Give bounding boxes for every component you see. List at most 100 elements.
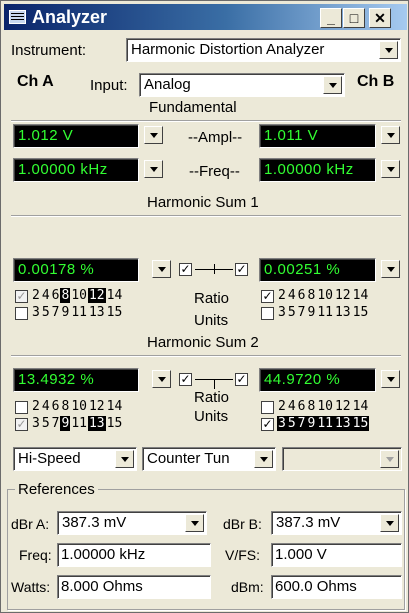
hs1-b-even-checkbox[interactable]: ✓ — [261, 290, 274, 303]
hs1-a-select[interactable]: 0.00178 % — [13, 258, 139, 282]
harmonic-2-toggle[interactable]: 2 — [277, 288, 287, 303]
hs2-b-dropdown[interactable] — [376, 368, 402, 392]
input-select[interactable]: Analog — [139, 73, 345, 97]
hs2-b-even-checkbox[interactable] — [261, 401, 274, 414]
harmonic-11-toggle[interactable]: 11 — [316, 416, 334, 431]
chevron-down-icon[interactable] — [152, 260, 171, 278]
harmonic-8-toggle[interactable]: 8 — [306, 399, 316, 414]
hs2-ratio-checkbox-b[interactable]: ✓ — [235, 373, 248, 386]
freq-b-select[interactable]: 1.00000 kHz — [259, 158, 376, 182]
harmonic-12-toggle[interactable]: 12 — [88, 399, 106, 414]
hs1-ratio-checkbox-a[interactable]: ✓ — [179, 263, 192, 276]
harmonic-3-toggle[interactable]: 3 — [277, 305, 287, 320]
chevron-down-icon[interactable] — [152, 370, 171, 388]
vfs-field[interactable]: 1.000 V — [271, 543, 402, 567]
harmonic-5-toggle[interactable]: 5 — [287, 305, 297, 320]
hs1-a-dropdown[interactable] — [147, 258, 173, 282]
hs2-a-odd-harmonics[interactable]: 3 5 7 9 11 13 15 — [31, 416, 123, 431]
harmonic-9-toggle[interactable]: 9 — [60, 416, 71, 431]
hs1-a-even-harmonics[interactable]: 2 4 6 8 10 12 14 — [31, 288, 123, 303]
harmonic-10-toggle[interactable]: 10 — [316, 399, 334, 414]
chevron-down-icon[interactable] — [323, 76, 342, 94]
ampl-b-select[interactable]: 1.011 V — [259, 124, 376, 148]
hs2-ratio-checkbox-a[interactable]: ✓ — [179, 373, 192, 386]
harmonic-14-toggle[interactable]: 14 — [106, 399, 124, 414]
harmonic-12-toggle[interactable]: 12 — [334, 288, 352, 303]
hs2-a-even-checkbox[interactable] — [15, 401, 28, 414]
harmonic-8-toggle[interactable]: 8 — [306, 288, 316, 303]
ampl-b-dropdown[interactable] — [376, 124, 402, 148]
chevron-down-icon[interactable] — [379, 41, 398, 59]
harmonic-12-toggle[interactable]: 12 — [334, 399, 352, 414]
hs2-b-odd-checkbox[interactable]: ✓ — [261, 418, 274, 431]
harmonic-15-toggle[interactable]: 15 — [106, 416, 124, 431]
harmonic-5-toggle[interactable]: 5 — [41, 416, 51, 431]
auxiliary-select[interactable] — [282, 447, 402, 471]
dbr-a-select[interactable]: 387.3 mV — [57, 511, 207, 535]
harmonic-2-toggle[interactable]: 2 — [31, 288, 41, 303]
harmonic-11-toggle[interactable]: 11 — [70, 416, 88, 431]
harmonic-12-toggle[interactable]: 12 — [87, 288, 106, 303]
harmonic-10-toggle[interactable]: 10 — [70, 288, 88, 303]
close-button[interactable]: ✕ — [369, 8, 391, 28]
harmonic-14-toggle[interactable]: 14 — [106, 288, 124, 303]
harmonic-4-toggle[interactable]: 4 — [287, 399, 297, 414]
hs1-ratio-checkbox-b[interactable]: ✓ — [235, 263, 248, 276]
hs1-b-dropdown[interactable] — [376, 258, 402, 282]
freq-b-dropdown[interactable] — [376, 158, 402, 182]
harmonic-7-toggle[interactable]: 7 — [51, 416, 61, 431]
harmonic-9-toggle[interactable]: 9 — [306, 416, 317, 431]
hs2-b-select[interactable]: 44.9720 % — [259, 368, 376, 392]
ampl-a-select[interactable]: 1.012 V — [13, 124, 139, 148]
harmonic-3-toggle[interactable]: 3 — [277, 416, 287, 431]
hs1-b-odd-checkbox[interactable] — [261, 307, 274, 320]
harmonic-14-toggle[interactable]: 14 — [352, 399, 370, 414]
harmonic-6-toggle[interactable]: 6 — [297, 288, 307, 303]
harmonic-5-toggle[interactable]: 5 — [286, 416, 297, 431]
minimize-button[interactable]: _ — [320, 8, 342, 28]
harmonic-4-toggle[interactable]: 4 — [41, 288, 51, 303]
hs2-b-odd-harmonics[interactable]: 3 5 7 9 11 13 15 — [277, 416, 370, 431]
speed-select[interactable]: Hi-Speed — [13, 447, 137, 471]
chevron-down-icon[interactable] — [381, 126, 400, 144]
hs2-a-odd-checkbox[interactable]: ✓ — [15, 418, 28, 431]
dbr-b-select[interactable]: 387.3 mV — [271, 511, 402, 535]
tuning-select[interactable]: Counter Tun — [142, 447, 276, 471]
harmonic-2-toggle[interactable]: 2 — [31, 399, 41, 414]
chevron-down-icon[interactable] — [381, 160, 400, 178]
hs2-a-select[interactable]: 13.4932 % — [13, 368, 139, 392]
harmonic-5-toggle[interactable]: 5 — [41, 305, 51, 320]
hs1-b-odd-harmonics[interactable]: 3 5 7 9 11 13 15 — [277, 305, 369, 320]
hs1-a-odd-checkbox[interactable] — [15, 307, 28, 320]
harmonic-13-toggle[interactable]: 13 — [87, 416, 106, 431]
harmonic-9-toggle[interactable]: 9 — [60, 305, 70, 320]
instrument-select[interactable]: Harmonic Distortion Analyzer — [126, 38, 401, 62]
harmonic-9-toggle[interactable]: 9 — [306, 305, 316, 320]
harmonic-7-toggle[interactable]: 7 — [297, 305, 307, 320]
harmonic-11-toggle[interactable]: 11 — [316, 305, 334, 320]
maximize-button[interactable]: □ — [343, 8, 365, 28]
title-bar[interactable]: Analyzer _ □ ✕ — [4, 4, 407, 30]
harmonic-3-toggle[interactable]: 3 — [31, 305, 41, 320]
harmonic-13-toggle[interactable]: 13 — [334, 305, 352, 320]
harmonic-13-toggle[interactable]: 13 — [88, 305, 106, 320]
chevron-down-icon[interactable] — [185, 514, 204, 532]
harmonic-6-toggle[interactable]: 6 — [297, 399, 307, 414]
chevron-down-icon[interactable] — [381, 370, 400, 388]
harmonic-2-toggle[interactable]: 2 — [277, 399, 287, 414]
freq-a-select[interactable]: 1.00000 kHz — [13, 158, 139, 182]
dbm-field[interactable]: 600.0 Ohms — [271, 575, 402, 599]
harmonic-10-toggle[interactable]: 10 — [316, 288, 334, 303]
chevron-down-icon[interactable] — [115, 450, 134, 468]
harmonic-8-toggle[interactable]: 8 — [60, 288, 71, 303]
harmonic-14-toggle[interactable]: 14 — [352, 288, 370, 303]
hs2-a-even-harmonics[interactable]: 2 4 6 8 10 12 14 — [31, 399, 123, 414]
chevron-down-icon[interactable] — [144, 160, 163, 178]
chevron-down-icon[interactable] — [381, 260, 400, 278]
harmonic-6-toggle[interactable]: 6 — [51, 288, 61, 303]
chevron-down-icon[interactable] — [380, 514, 399, 532]
chevron-down-icon[interactable] — [254, 450, 273, 468]
hs2-b-even-harmonics[interactable]: 2 4 6 8 10 12 14 — [277, 399, 369, 414]
harmonic-6-toggle[interactable]: 6 — [51, 399, 61, 414]
harmonic-13-toggle[interactable]: 13 — [333, 416, 352, 431]
